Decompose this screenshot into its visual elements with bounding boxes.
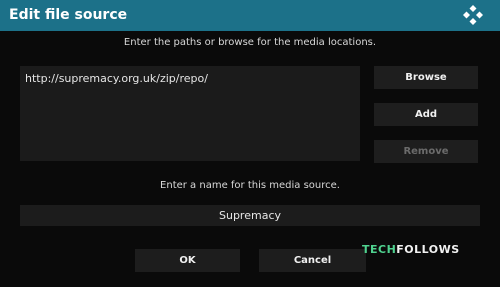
add-button[interactable]: Add (374, 103, 478, 126)
dialog-titlebar: Edit file source (0, 0, 500, 31)
ok-button[interactable]: OK (135, 249, 240, 272)
cancel-button[interactable]: Cancel (259, 249, 366, 272)
remove-button[interactable]: Remove (374, 140, 478, 163)
dialog-title: Edit file source (9, 7, 128, 23)
name-instruction: Enter a name for this media source. (160, 180, 340, 191)
source-name-input[interactable]: Supremacy (20, 205, 480, 226)
path-list[interactable]: http://supremacy.org.uk/zip/repo/ (20, 66, 360, 161)
paths-instruction: Enter the paths or browse for the media … (123, 37, 377, 48)
watermark: TECHFOLLOWS (362, 243, 460, 257)
kodi-logo-icon (463, 5, 483, 25)
watermark-part-follows: FOLLOWS (396, 243, 460, 256)
browse-button[interactable]: Browse (374, 66, 478, 89)
edit-file-source-dialog: Edit file source Enter the paths or brow… (0, 0, 500, 287)
path-item[interactable]: http://supremacy.org.uk/zip/repo/ (25, 72, 208, 86)
watermark-part-tech: TECH (362, 243, 397, 256)
